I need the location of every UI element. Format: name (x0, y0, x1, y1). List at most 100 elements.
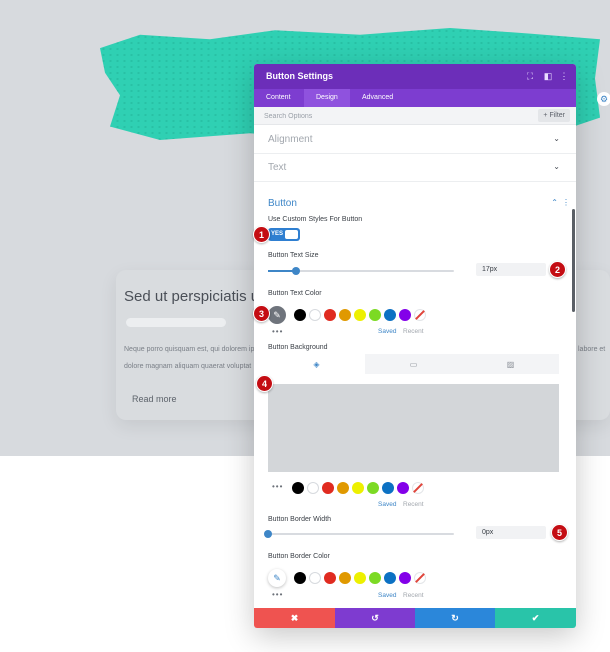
redo-icon: ↻ (451, 612, 459, 623)
color-swatch[interactable] (384, 572, 396, 584)
card-body-line: dolore magnam aliquam quaerat voluptat (124, 363, 252, 370)
annotation-marker-1: 1 (253, 226, 270, 243)
color-swatch[interactable] (309, 572, 321, 584)
panel-header: Button Settings ⛶ ◧ ⋮ (254, 64, 576, 89)
section-button[interactable]: Button ⌃ ⋮ (254, 190, 576, 218)
undo-button[interactable]: ↺ (335, 608, 415, 628)
background-label: Button Background (268, 344, 328, 351)
border-width-slider[interactable] (264, 530, 454, 538)
read-more-link[interactable]: Read more (132, 394, 177, 404)
tab-design[interactable]: Design (304, 89, 350, 107)
annotation-marker-3: 3 (253, 305, 270, 322)
no-color-swatch[interactable] (412, 482, 424, 494)
color-swatch[interactable] (294, 309, 306, 321)
redo-button[interactable]: ↻ (415, 608, 495, 628)
text-size-value[interactable]: 17px (476, 263, 546, 276)
color-swatch[interactable] (292, 482, 304, 494)
color-swatch[interactable] (367, 482, 379, 494)
section-kebab-icon[interactable]: ⋮ (562, 198, 570, 207)
gradient-icon[interactable]: ▭ (365, 354, 462, 374)
sidebar-icon[interactable]: ◧ (542, 70, 554, 82)
color-swatch[interactable] (397, 482, 409, 494)
section-label: Text (268, 162, 287, 173)
color-swatch[interactable] (337, 482, 349, 494)
slider-knob[interactable] (264, 530, 272, 538)
panel-scrollbar[interactable] (572, 209, 575, 312)
color-swatch[interactable] (339, 572, 351, 584)
fullscreen-icon[interactable]: ⛶ (524, 70, 536, 82)
more-options-icon[interactable]: ••• (272, 482, 283, 491)
border-color-label: Button Border Color (268, 553, 330, 560)
color-fill-icon[interactable]: ◈ (268, 354, 365, 374)
panel-tabs: Content Design Advanced (254, 89, 576, 107)
card-title: Sed ut perspiciatis un (124, 288, 268, 305)
background-type-tabs: ◈ ▭ ▨ (268, 354, 559, 374)
recent-colors-tab[interactable]: Recent (403, 328, 424, 335)
saved-colors-tab[interactable]: Saved (378, 592, 396, 599)
color-swatch[interactable] (307, 482, 319, 494)
slider-knob[interactable] (292, 267, 300, 275)
undo-icon: ↺ (371, 612, 379, 623)
cancel-button[interactable]: ✖ (254, 608, 335, 628)
color-swatch[interactable] (324, 572, 336, 584)
color-swatch[interactable] (309, 309, 321, 321)
search-row: + Filter (254, 107, 576, 125)
saved-colors-tab[interactable]: Saved (378, 328, 396, 335)
save-button[interactable]: ✔ (495, 608, 576, 628)
more-options-icon[interactable]: ••• (272, 590, 283, 599)
color-swatch[interactable] (354, 309, 366, 321)
toggle-value: YES (271, 231, 284, 237)
no-color-swatch[interactable] (414, 309, 426, 321)
section-label: Button (268, 198, 297, 209)
color-swatch[interactable] (352, 482, 364, 494)
section-label: Alignment (268, 134, 313, 145)
color-swatch[interactable] (382, 482, 394, 494)
close-icon: ✖ (290, 612, 299, 623)
chevron-down-icon: ⌄ (553, 134, 560, 143)
chevron-down-icon: ⌄ (553, 162, 560, 171)
saved-colors-tab[interactable]: Saved (378, 501, 396, 508)
panel-title: Button Settings (266, 71, 333, 81)
annotation-marker-4: 4 (256, 375, 273, 392)
border-width-value[interactable]: 0px (476, 526, 546, 539)
no-color-swatch[interactable] (414, 572, 426, 584)
text-size-slider[interactable] (268, 267, 454, 275)
toggle-knob (285, 230, 298, 239)
card-body-line-right: labore et (578, 346, 606, 353)
color-swatch[interactable] (384, 309, 396, 321)
color-swatch[interactable] (322, 482, 334, 494)
eyedropper-icon[interactable]: ✎ (268, 569, 286, 587)
color-swatch[interactable] (369, 572, 381, 584)
panel-footer: ✖ ↺ ↻ ✔ (254, 608, 576, 628)
color-swatch[interactable] (399, 572, 411, 584)
filter-button[interactable]: + Filter (538, 109, 570, 122)
recent-colors-tab[interactable]: Recent (403, 592, 424, 599)
color-swatch[interactable] (294, 572, 306, 584)
border-width-label: Button Border Width (268, 516, 332, 523)
tab-advanced[interactable]: Advanced (350, 89, 405, 107)
settings-gear-icon[interactable]: ⚙ (597, 92, 610, 106)
text-size-label: Button Text Size (268, 252, 319, 259)
kebab-icon[interactable]: ⋮ (558, 70, 570, 82)
color-swatch[interactable] (369, 309, 381, 321)
background-preview (268, 384, 559, 472)
more-options-icon[interactable]: ••• (272, 327, 283, 336)
recent-colors-tab[interactable]: Recent (403, 501, 424, 508)
text-color-label: Button Text Color (268, 290, 322, 297)
chevron-up-icon: ⌃ (551, 198, 558, 207)
search-options-input[interactable] (264, 110, 484, 122)
color-swatch[interactable] (354, 572, 366, 584)
custom-styles-label: Use Custom Styles For Button (268, 216, 363, 223)
section-alignment[interactable]: Alignment ⌄ (254, 126, 576, 154)
color-swatch[interactable] (399, 309, 411, 321)
card-body-line: Neque porro quisquam est, qui dolorem ip (124, 346, 255, 353)
eyedropper-icon[interactable]: ✎ (268, 306, 286, 324)
image-icon[interactable]: ▨ (462, 354, 559, 374)
tab-content[interactable]: Content (254, 89, 303, 107)
annotation-marker-5: 5 (551, 524, 568, 541)
color-swatch[interactable] (339, 309, 351, 321)
custom-styles-toggle[interactable]: YES (268, 228, 300, 241)
check-icon: ✔ (531, 612, 540, 623)
color-swatch[interactable] (324, 309, 336, 321)
section-text[interactable]: Text ⌄ (254, 154, 576, 182)
